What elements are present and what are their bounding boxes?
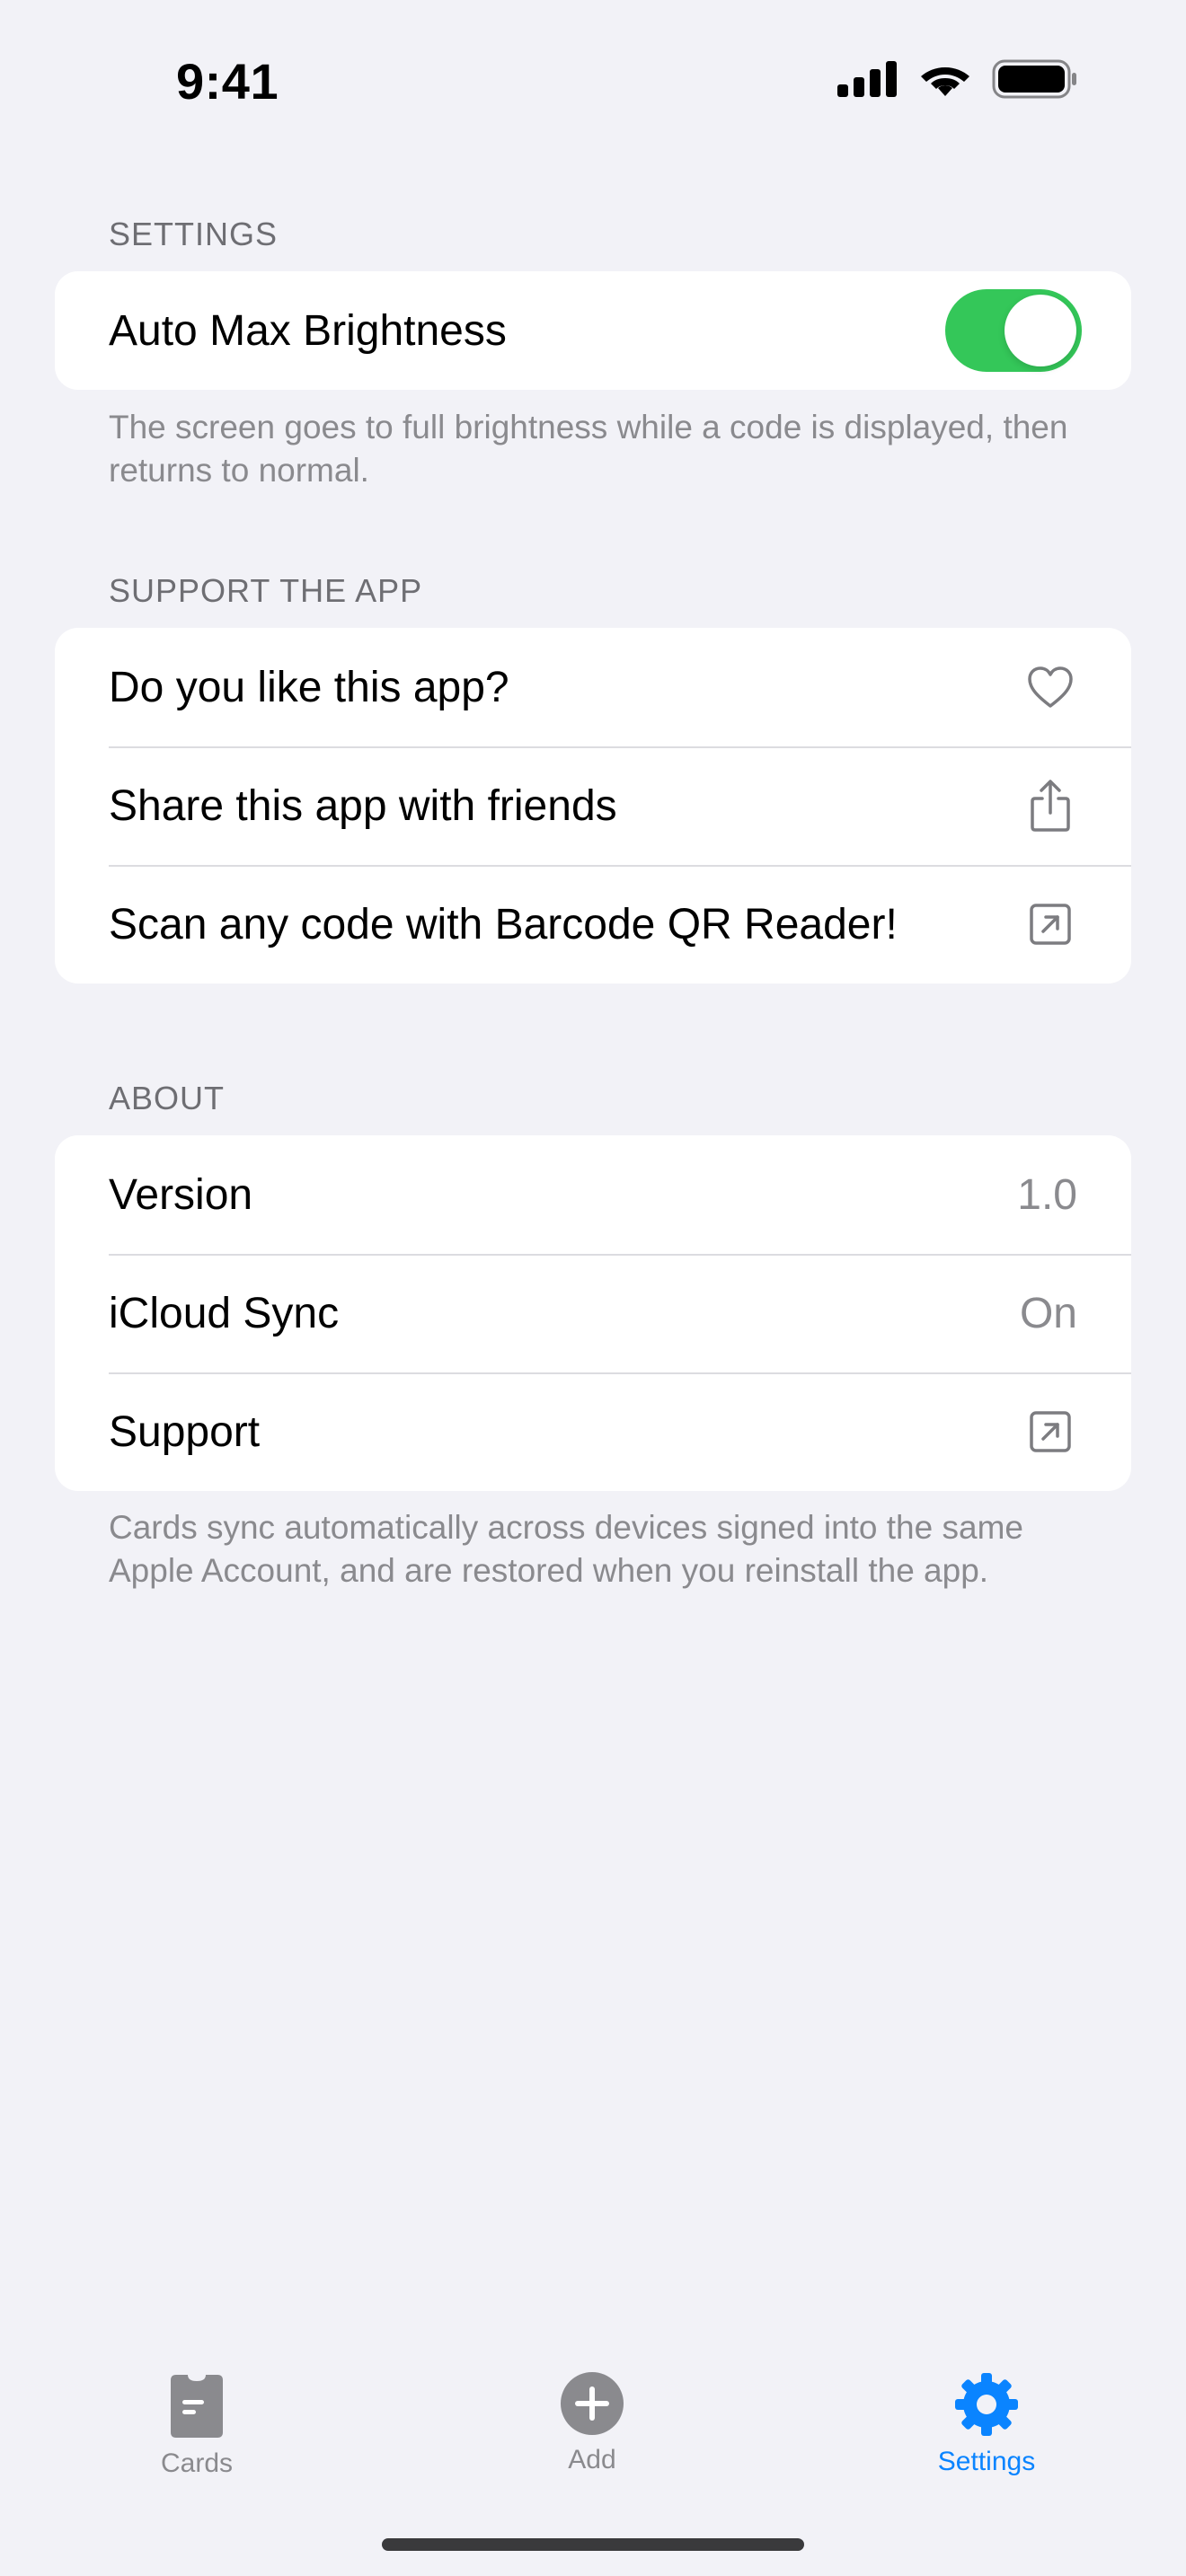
status-icons (837, 59, 1078, 99)
version-value: 1.0 (1017, 1170, 1077, 1219)
tab-add[interactable]: Add (502, 2371, 682, 2475)
toggle-knob (1005, 295, 1076, 366)
tab-cards-label: Cards (160, 2448, 234, 2478)
auto-brightness-toggle[interactable] (945, 289, 1082, 372)
support-section-header: SUPPORT THE APP (109, 572, 423, 609)
tab-settings[interactable]: Settings (897, 2371, 1076, 2477)
home-indicator (382, 2538, 804, 2551)
version-label: Version (109, 1170, 253, 1219)
support-row[interactable]: Support (55, 1372, 1131, 1491)
wifi-icon (921, 67, 969, 96)
gear-icon (955, 2373, 1018, 2436)
support-label: Support (109, 1407, 261, 1456)
icloud-sync-label: iCloud Sync (109, 1289, 340, 1337)
icloud-sync-value: On (1019, 1289, 1077, 1337)
settings-footer: The screen goes to full brightness while… (109, 409, 1068, 489)
auto-brightness-row: Auto Max Brightness (55, 271, 1131, 390)
tab-add-label: Add (568, 2445, 616, 2475)
settings-section-header: SETTINGS (109, 216, 279, 252)
scan-code-label: Scan any code with Barcode QR Reader! (109, 900, 898, 948)
tab-settings-label: Settings (937, 2447, 1036, 2476)
external-link-icon (1023, 1405, 1077, 1459)
status-time: 9:41 (176, 53, 279, 110)
support-group: Do you like this app? Share this app wit… (55, 628, 1131, 984)
cards-icon (171, 2375, 223, 2438)
like-app-label: Do you like this app? (109, 663, 509, 711)
version-row: Version 1.0 (55, 1135, 1131, 1254)
share-app-label: Share this app with friends (109, 781, 617, 830)
tab-cards[interactable]: Cards (107, 2371, 287, 2479)
status-bar: 9:41 (0, 0, 1186, 162)
auto-brightness-label: Auto Max Brightness (109, 306, 507, 355)
share-app-row[interactable]: Share this app with friends (55, 746, 1131, 865)
cellular-signal-icon (837, 61, 897, 97)
icloud-sync-row: iCloud Sync On (55, 1254, 1131, 1372)
like-app-row[interactable]: Do you like this app? (55, 628, 1131, 746)
tab-bar: Cards Add Settings (0, 2344, 1186, 2488)
external-link-icon (1023, 897, 1077, 951)
about-group: Version 1.0 iCloud Sync On Support (55, 1135, 1131, 1491)
battery-icon (992, 59, 1076, 99)
share-icon (1023, 779, 1077, 833)
settings-group: Auto Max Brightness (55, 271, 1131, 390)
about-footer: Cards sync automatically across devices … (109, 1509, 1023, 1589)
add-circle-icon (561, 2372, 624, 2435)
heart-icon (1023, 660, 1077, 714)
scan-code-row[interactable]: Scan any code with Barcode QR Reader! (55, 865, 1131, 984)
about-section-header: ABOUT (109, 1080, 226, 1116)
